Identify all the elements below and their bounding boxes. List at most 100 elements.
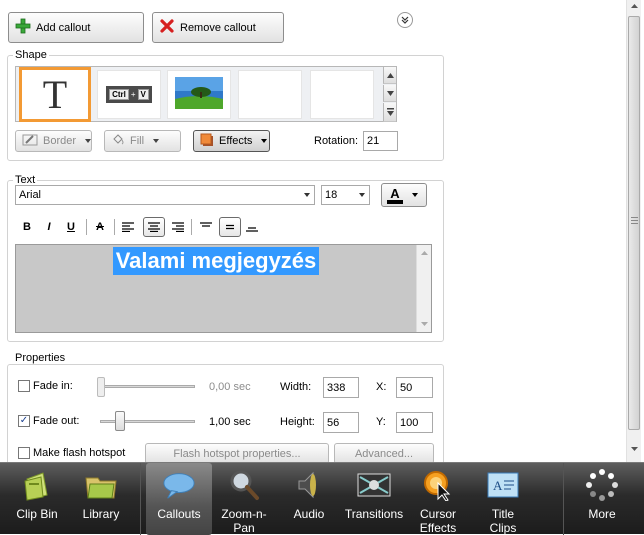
y-label: Y: (376, 416, 386, 428)
tab-library[interactable]: Library (68, 463, 134, 535)
paint-bucket-icon (111, 133, 125, 149)
title-clips-icon: A (486, 469, 520, 501)
tab-title-clips[interactable]: A Title Clips (470, 463, 536, 535)
tab-cursor-effects[interactable]: Cursor Effects (405, 463, 471, 535)
svg-text:A: A (493, 478, 503, 493)
valign-top-icon (200, 222, 212, 227)
fade-in-slider-track (100, 385, 195, 388)
align-left-button[interactable] (119, 218, 137, 236)
plus-icon (15, 18, 31, 37)
library-icon (84, 469, 118, 501)
tab-callouts[interactable]: Callouts (146, 463, 212, 535)
remove-callout-button[interactable]: Remove callout (152, 12, 284, 43)
effects-icon (200, 133, 214, 150)
fade-in-checkbox[interactable] (18, 380, 30, 392)
shape-thumb-image[interactable] (167, 70, 231, 119)
format-separator-2 (114, 219, 115, 235)
rotation-label: Rotation: (314, 135, 359, 147)
border-label: Border (43, 135, 77, 147)
height-label: Height: (280, 416, 315, 428)
advanced-label: Advanced... (354, 447, 414, 460)
x-input[interactable]: 50 (396, 377, 433, 398)
border-dropdown[interactable]: Border (15, 130, 92, 152)
collapse-icon[interactable] (397, 12, 413, 28)
flash-hotspot-label: Make flash hotspot (33, 447, 126, 459)
transitions-icon (357, 469, 391, 501)
shape-thumb-empty-1[interactable] (238, 70, 302, 119)
tab-transitions[interactable]: Transitions (340, 463, 408, 535)
align-center-button[interactable] (143, 217, 165, 237)
callouts-icon (162, 469, 196, 501)
tab-zoom-n-pan-label: Zoom-n- Pan (221, 507, 267, 535)
editor-scrollbar[interactable] (416, 245, 431, 332)
tab-clip-bin[interactable]: Clip Bin (4, 463, 70, 535)
tab-audio-label: Audio (293, 507, 325, 521)
flash-hotspot-properties-button[interactable]: Flash hotspot properties... (145, 443, 329, 464)
valign-top-button[interactable] (197, 218, 215, 236)
format-separator-3 (191, 219, 192, 235)
underline-button[interactable]: U (62, 218, 80, 236)
italic-button[interactable]: I (40, 218, 58, 236)
width-label: Width: (280, 381, 312, 393)
align-right-button[interactable] (169, 218, 187, 236)
x-label: X: (376, 381, 387, 393)
gallery-expand[interactable] (383, 103, 396, 122)
tab-transitions-label: Transitions (344, 507, 404, 521)
gallery-scroll-up[interactable] (383, 67, 396, 84)
effects-dropdown[interactable]: Effects (193, 130, 270, 152)
align-right-icon (172, 222, 184, 232)
flash-hotspot-checkbox[interactable] (18, 447, 30, 459)
font-color-icon: A (387, 187, 403, 204)
keystroke-icon: Ctrl + V (106, 86, 152, 103)
panel-scrollbar-thumb[interactable] (628, 16, 640, 430)
magnifier-icon (227, 469, 261, 501)
panel-scrollbar[interactable] (626, 0, 641, 462)
align-left-icon (122, 222, 134, 232)
speaker-icon (292, 469, 326, 501)
fade-in-slider[interactable] (97, 377, 105, 397)
valign-bottom-icon (246, 227, 258, 232)
add-callout-button[interactable]: Add callout (8, 12, 144, 43)
shape-thumb-text[interactable]: T (19, 67, 91, 122)
rotation-input[interactable]: 21 (363, 131, 398, 151)
height-input[interactable]: 56 (323, 412, 359, 433)
tab-library-label: Library (82, 507, 120, 521)
shape-legend: Shape (13, 49, 49, 61)
red-x-icon (159, 18, 175, 37)
tab-title-clips-label: Title Clips (489, 507, 517, 535)
advanced-button[interactable]: Advanced... (334, 443, 434, 464)
shape-thumb-keystroke[interactable]: Ctrl + V (97, 70, 161, 119)
gallery-scroll-down[interactable] (383, 85, 396, 102)
effects-label: Effects (219, 135, 253, 147)
flash-hotspot-properties-label: Flash hotspot properties... (173, 447, 301, 460)
valign-bottom-button[interactable] (243, 218, 261, 236)
fill-dropdown[interactable]: Fill (104, 130, 181, 152)
tab-zoom-n-pan[interactable]: Zoom-n- Pan (211, 463, 277, 535)
callout-text[interactable]: Valami megjegyzés (112, 247, 320, 275)
align-center-icon (148, 222, 160, 232)
font-color-dropdown[interactable]: A (381, 183, 427, 207)
shape-thumb-empty-2[interactable] (310, 70, 374, 119)
tab-more-label: More (588, 507, 616, 521)
valign-middle-button[interactable] (219, 217, 241, 237)
fill-label: Fill (130, 135, 145, 147)
task-tab-bar: Clip Bin Library Callouts Zoom-n- Pan Au… (0, 462, 644, 535)
y-input[interactable]: 100 (396, 412, 433, 433)
strikethrough-button[interactable]: A (91, 218, 109, 236)
tab-clip-bin-label: Clip Bin (16, 507, 58, 521)
fade-out-slider[interactable] (115, 411, 125, 431)
font-family-value: Arial (19, 189, 42, 201)
tab-audio[interactable]: Audio (276, 463, 342, 535)
tab-callouts-label: Callouts (157, 507, 201, 521)
text-t-icon: T (42, 72, 68, 117)
width-input[interactable]: 338 (323, 377, 359, 398)
font-size-select[interactable]: 18 (321, 185, 370, 205)
text-editor[interactable]: Valami megjegyzés (15, 244, 432, 333)
font-size-value: 18 (325, 189, 338, 201)
tab-more[interactable]: More (569, 463, 635, 535)
fade-out-label: Fade out: (33, 415, 80, 427)
font-family-select[interactable]: Arial (15, 185, 315, 205)
border-pen-icon (22, 134, 38, 149)
bold-button[interactable]: B (18, 218, 36, 236)
fade-out-checkbox[interactable]: ✓ (18, 415, 30, 427)
